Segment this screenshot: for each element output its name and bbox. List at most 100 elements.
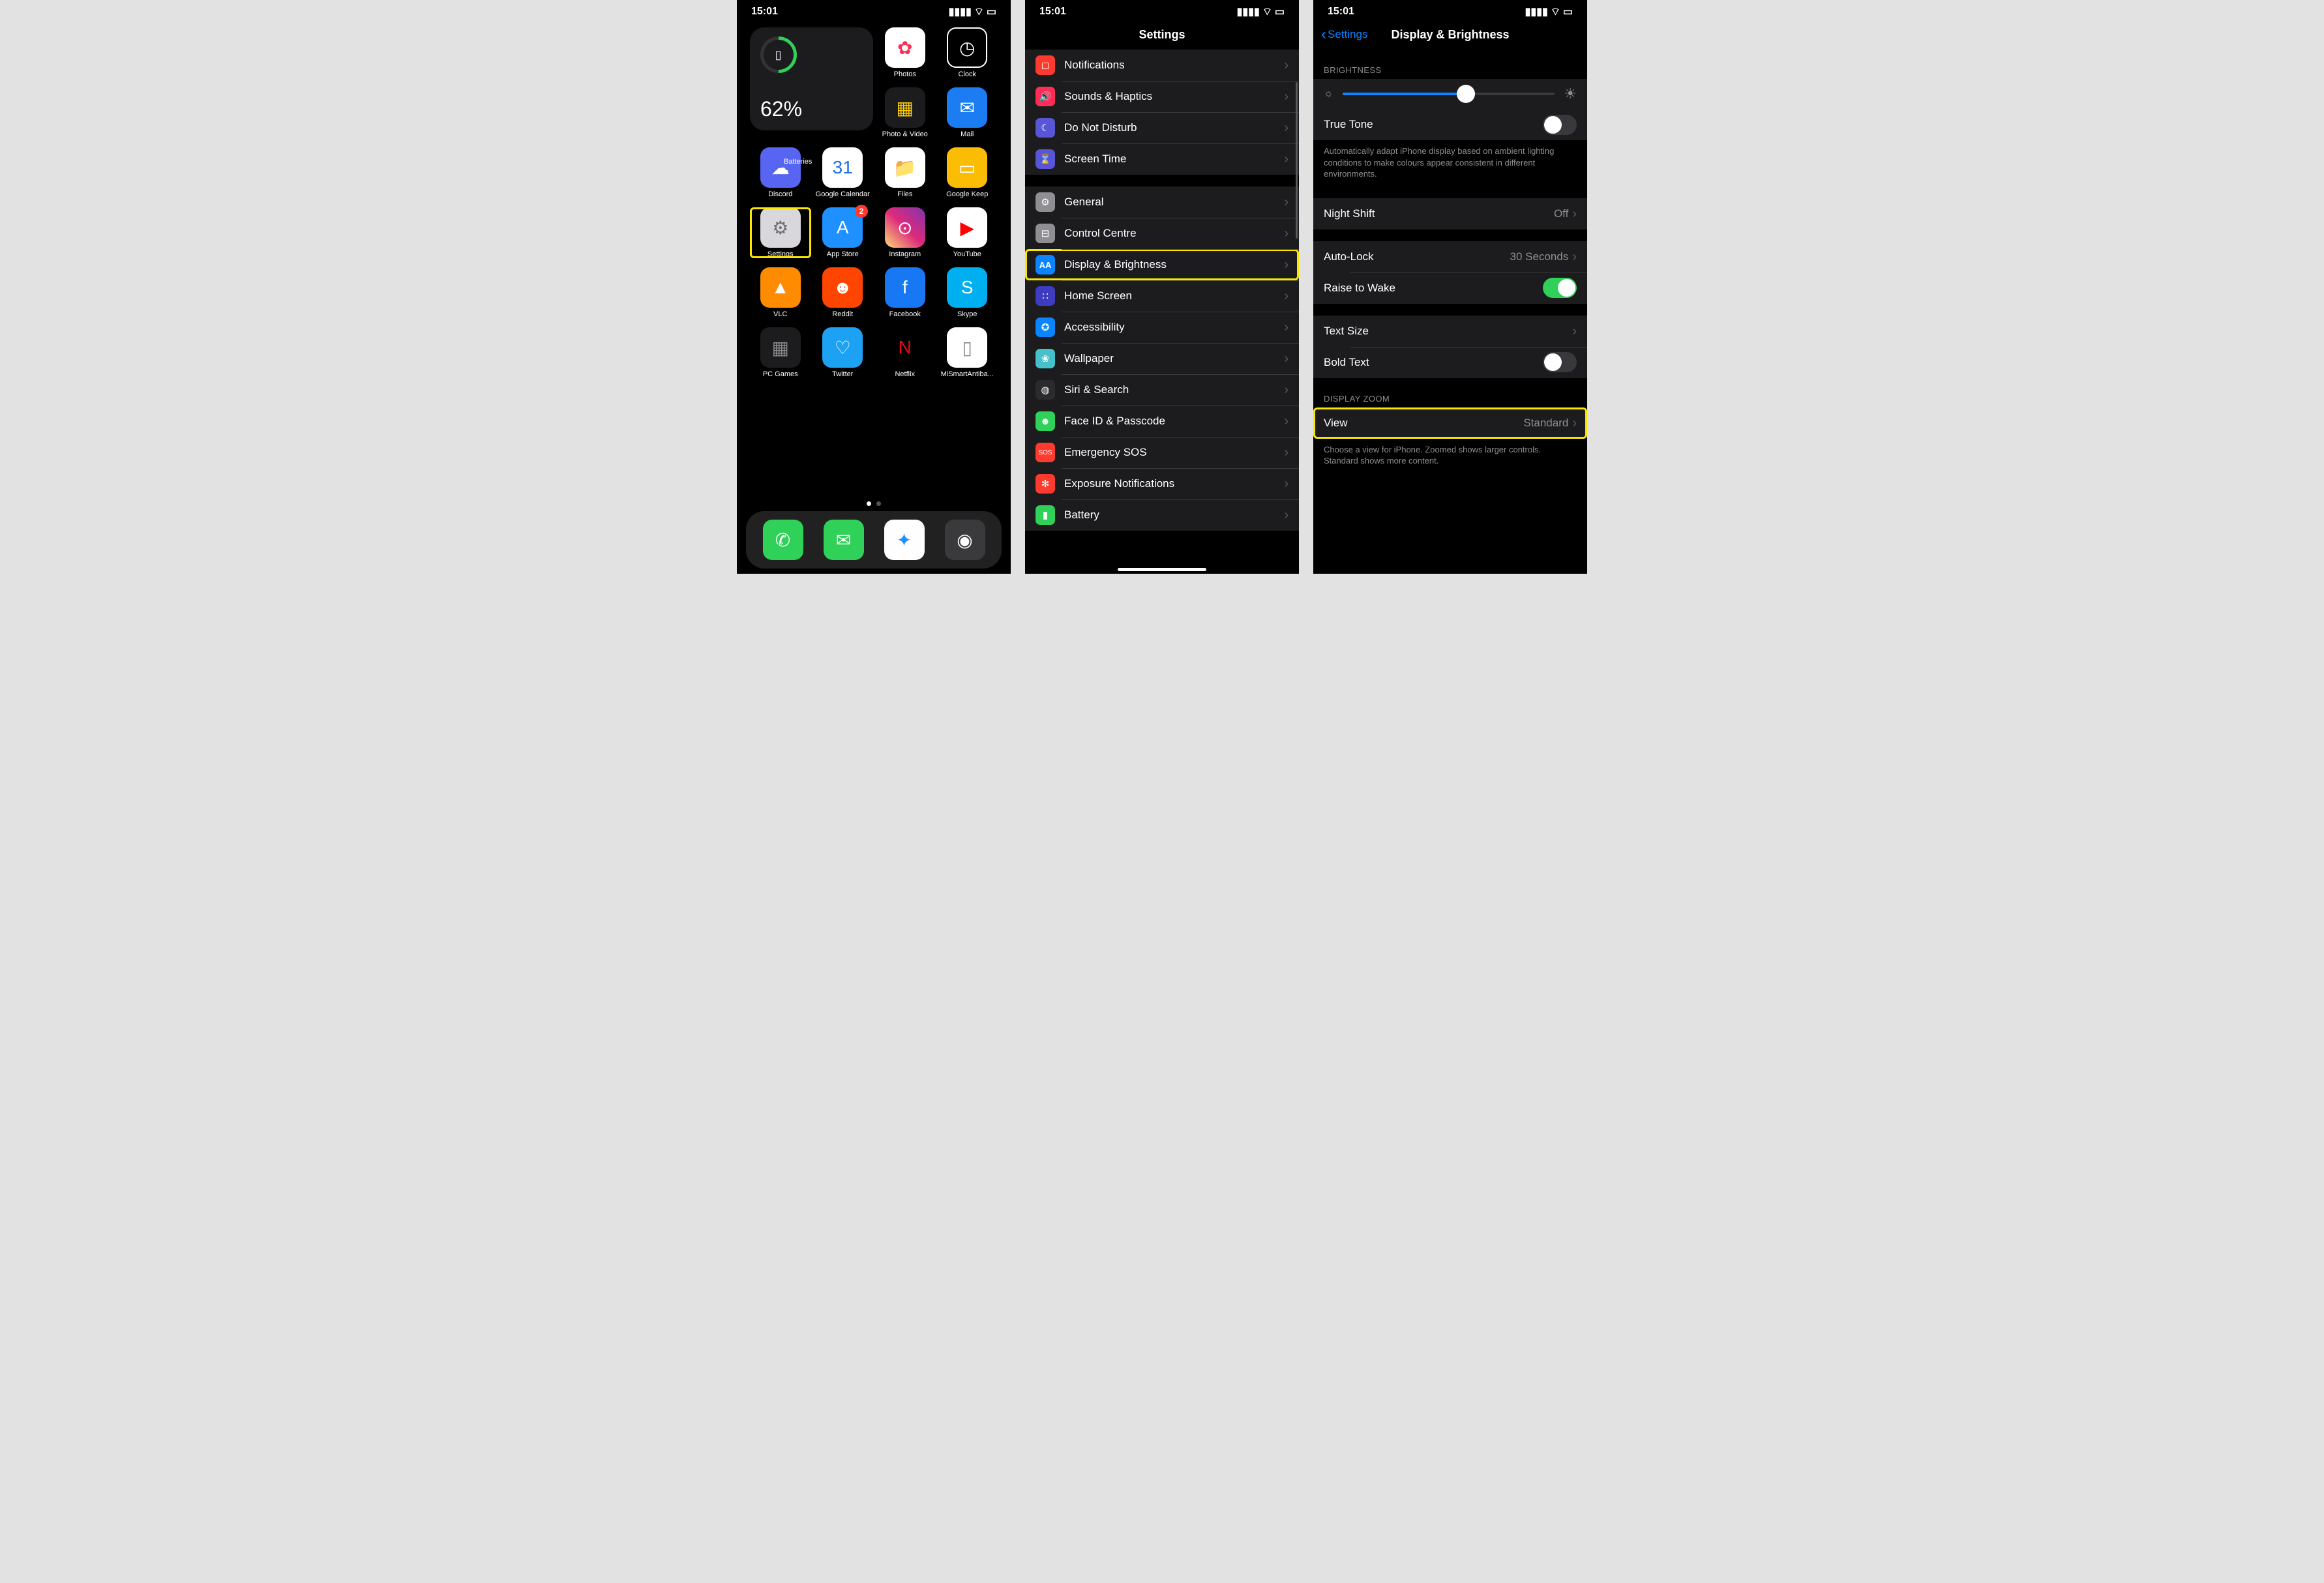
app-discord[interactable]: ☁Discord <box>750 147 811 198</box>
settings-row-wallpaper[interactable]: ❀Wallpaper› <box>1025 343 1299 374</box>
display-zoom-header: DISPLAY ZOOM <box>1313 378 1587 407</box>
settings-row-battery[interactable]: ▮Battery› <box>1025 499 1299 531</box>
row-label: Siri & Search <box>1064 383 1284 396</box>
app-google-calendar[interactable]: 31Google Calendar <box>812 147 874 198</box>
raise-to-wake-toggle[interactable] <box>1543 278 1577 298</box>
chevron-right-icon: › <box>1284 446 1289 459</box>
app-vlc[interactable]: ▲VLC <box>750 267 811 318</box>
chevron-right-icon: › <box>1284 153 1289 166</box>
battery-icon: ▭ <box>1275 5 1285 18</box>
row-label: Exposure Notifications <box>1064 477 1284 490</box>
app-mismartantiba-[interactable]: ▯MiSmartAntiba... <box>937 327 998 378</box>
night-shift-row[interactable]: Night Shift Off › <box>1313 198 1587 229</box>
app-label: PC Games <box>763 370 798 378</box>
app-label: Reddit <box>832 310 853 318</box>
bold-text-row[interactable]: Bold Text <box>1313 347 1587 378</box>
app-label: MiSmartAntiba... <box>941 370 994 378</box>
batteries-widget[interactable]: ▯ 62% <box>750 27 873 130</box>
settings-row-notifications[interactable]: ◻Notifications› <box>1025 50 1299 81</box>
settings-row-exposure-notifications[interactable]: ✻Exposure Notifications› <box>1025 468 1299 499</box>
bold-text-toggle[interactable] <box>1543 352 1577 372</box>
app-facebook[interactable]: fFacebook <box>874 267 936 318</box>
back-button[interactable]: ‹ Settings <box>1321 25 1367 44</box>
app-skype[interactable]: SSkype <box>937 267 998 318</box>
settings-row-display-brightness[interactable]: AADisplay & Brightness› <box>1025 249 1299 280</box>
app-label: Photo & Video <box>882 130 928 138</box>
view-description: Choose a view for iPhone. Zoomed shows l… <box>1313 439 1587 473</box>
true-tone-toggle[interactable] <box>1543 115 1577 135</box>
app-photos[interactable]: ✿ Photos <box>874 27 936 78</box>
app-icon: ▭ <box>947 147 987 188</box>
app-netflix[interactable]: NNetflix <box>874 327 936 378</box>
app-settings[interactable]: ⚙Settings <box>750 207 811 258</box>
app-label: App Store <box>827 250 859 258</box>
text-size-row[interactable]: Text Size › <box>1313 316 1587 347</box>
settings-row-general[interactable]: ⚙General› <box>1025 186 1299 218</box>
status-time: 15:01 <box>1039 6 1066 18</box>
view-value: Standard <box>1523 417 1568 430</box>
settings-row-accessibility[interactable]: ✪Accessibility› <box>1025 312 1299 343</box>
settings-row-siri-search[interactable]: ◍Siri & Search› <box>1025 374 1299 406</box>
row-icon: ▮ <box>1035 505 1055 525</box>
row-icon: ⌛ <box>1035 149 1055 169</box>
raise-to-wake-row[interactable]: Raise to Wake <box>1313 273 1587 304</box>
row-icon: ⊟ <box>1035 224 1055 243</box>
settings-row-do-not-disturb[interactable]: ☾Do Not Disturb› <box>1025 112 1299 143</box>
app-mail[interactable]: ✉Mail <box>937 87 998 138</box>
row-icon: ⚙ <box>1035 192 1055 212</box>
settings-row-control-centre[interactable]: ⊟Control Centre› <box>1025 218 1299 249</box>
slider-thumb[interactable] <box>1457 85 1475 103</box>
page-indicator[interactable] <box>737 501 1011 506</box>
row-label: General <box>1064 196 1284 209</box>
app-app-store[interactable]: A2App Store <box>812 207 874 258</box>
brightness-header: BRIGHTNESS <box>1313 50 1587 79</box>
row-icon: ☻ <box>1035 411 1055 431</box>
row-icon: ✪ <box>1035 318 1055 337</box>
app-icon: ✿ <box>885 27 925 68</box>
status-icons: ▮▮▮▮ ⌔ ▭ <box>949 5 996 18</box>
app-icon: ▲ <box>760 267 801 308</box>
chevron-right-icon: › <box>1284 415 1289 428</box>
row-label: Do Not Disturb <box>1064 121 1284 134</box>
view-row[interactable]: View Standard › <box>1313 407 1587 439</box>
row-icon: 🔊 <box>1035 87 1055 106</box>
row-label: Emergency SOS <box>1064 446 1284 459</box>
app-label: Photos <box>894 70 916 78</box>
bold-text-label: Bold Text <box>1324 356 1543 369</box>
status-time: 15:01 <box>751 6 778 18</box>
app-twitter[interactable]: ♡Twitter <box>812 327 874 378</box>
chevron-right-icon: › <box>1284 59 1289 72</box>
app-clock[interactable]: ◷Clock <box>937 27 998 78</box>
home-indicator[interactable] <box>1118 568 1206 571</box>
row-label: Sounds & Haptics <box>1064 90 1284 103</box>
app-pc-games[interactable]: ▦PC Games <box>750 327 811 378</box>
app-icon: ♡ <box>822 327 863 368</box>
dock-app-camera[interactable]: ◉ <box>945 520 985 560</box>
settings-row-screen-time[interactable]: ⌛Screen Time› <box>1025 143 1299 175</box>
nav-header: ‹ Settings Display & Brightness <box>1313 20 1587 50</box>
settings-row-emergency-sos[interactable]: SOSEmergency SOS› <box>1025 437 1299 468</box>
app-files[interactable]: 📁Files <box>874 147 936 198</box>
dock-app-phone[interactable]: ✆ <box>763 520 803 560</box>
auto-lock-row[interactable]: Auto-Lock 30 Seconds › <box>1313 241 1587 273</box>
scroll-indicator[interactable] <box>1296 82 1298 239</box>
settings-row-face-id-passcode[interactable]: ☻Face ID & Passcode› <box>1025 406 1299 437</box>
settings-row-sounds-haptics[interactable]: 🔊Sounds & Haptics› <box>1025 81 1299 112</box>
row-icon: ◍ <box>1035 380 1055 400</box>
app-label: Google Calendar <box>816 190 870 198</box>
battery-percent: 62% <box>760 97 863 121</box>
settings-row-home-screen[interactable]: ∷Home Screen› <box>1025 280 1299 312</box>
status-time: 15:01 <box>1328 6 1354 18</box>
dock-app-safari[interactable]: ✦ <box>884 520 925 560</box>
app-instagram[interactable]: ⊙Instagram <box>874 207 936 258</box>
brightness-slider[interactable]: ☼ ☀ <box>1313 79 1587 109</box>
app-google-keep[interactable]: ▭Google Keep <box>937 147 998 198</box>
app-youtube[interactable]: ▶YouTube <box>937 207 998 258</box>
app-reddit[interactable]: ☻ Reddit <box>812 267 874 318</box>
true-tone-row[interactable]: True Tone <box>1313 109 1587 140</box>
app-icon: ☻ <box>822 267 863 308</box>
status-icons: ▮▮▮▮ ⌔ ▭ <box>1237 5 1285 18</box>
dock-app-messages[interactable]: ✉ <box>824 520 864 560</box>
home-grid: ▯ 62% ✿ Photos ◷Clock▦Photo & Video✉Mail ☁D… <box>737 20 1011 378</box>
app-photo-video[interactable]: ▦Photo & Video <box>874 87 936 138</box>
